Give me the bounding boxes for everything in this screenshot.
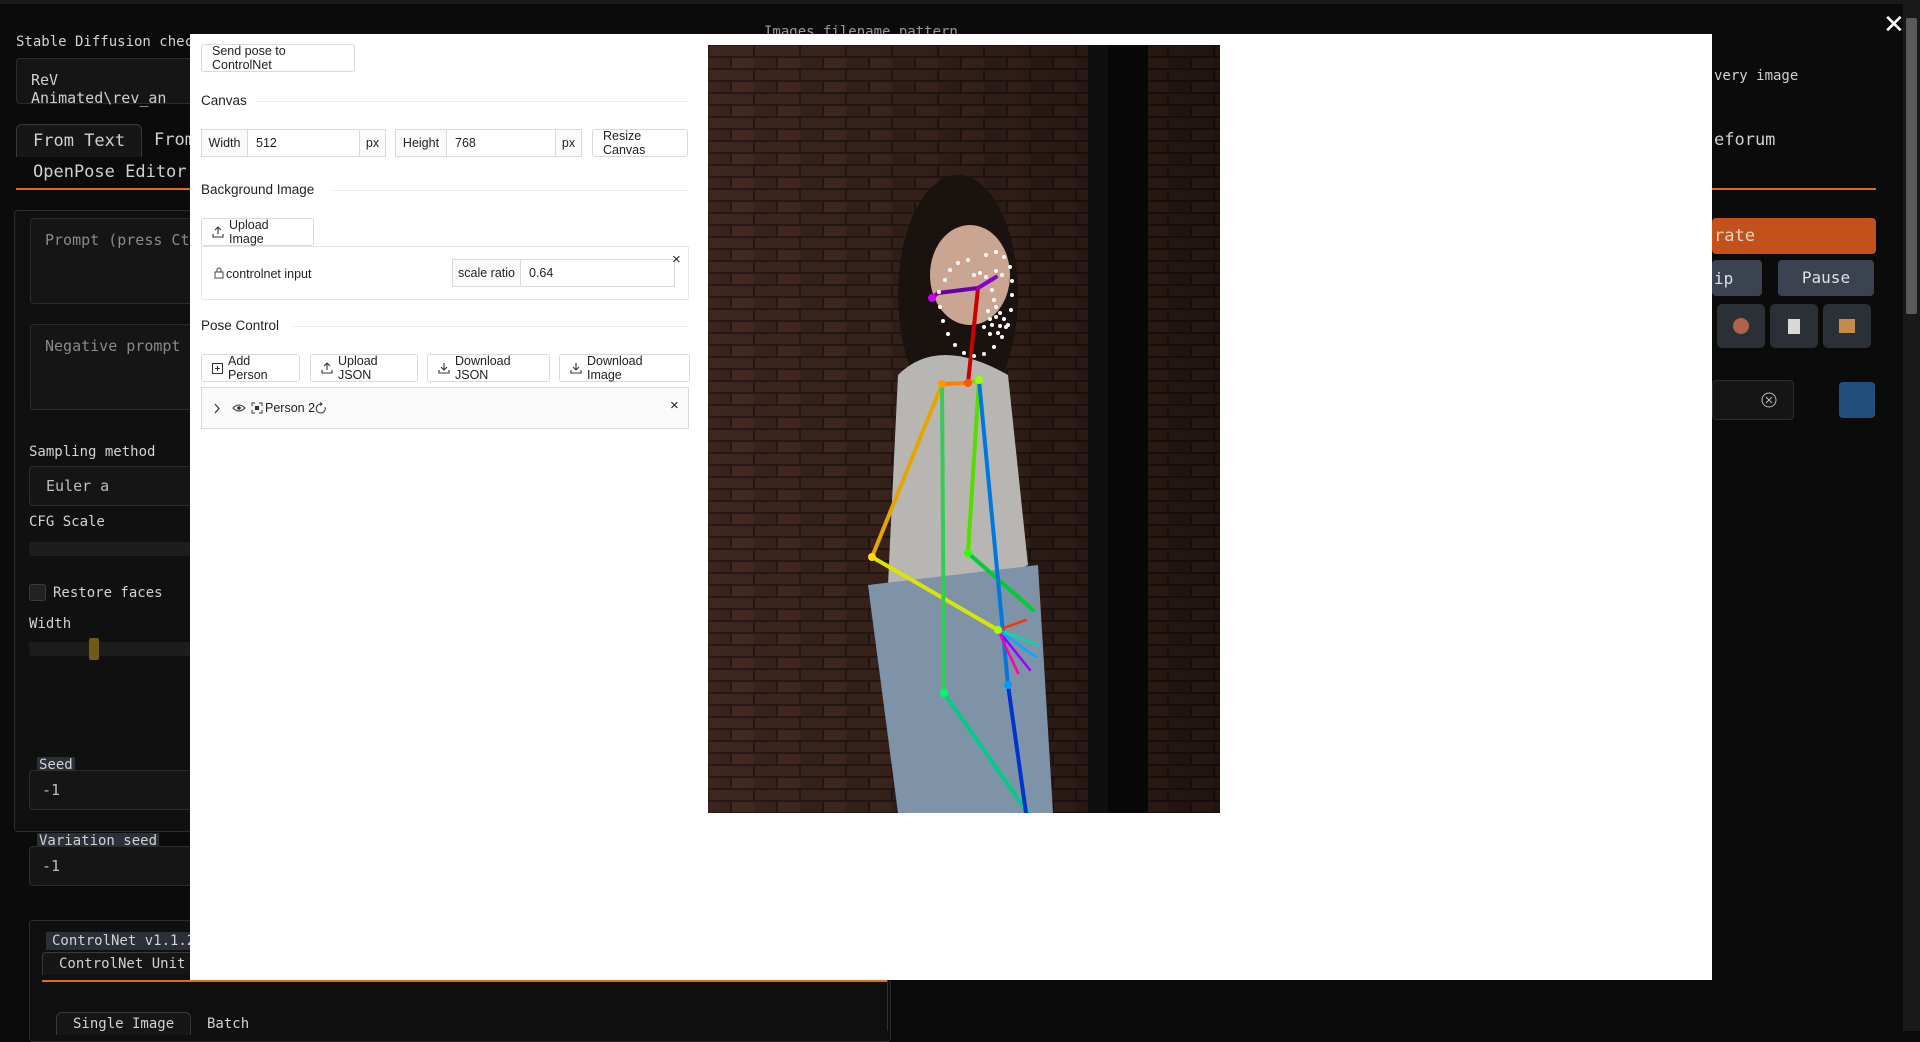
send-pose-button[interactable]: Send pose to ControlNet bbox=[201, 44, 355, 72]
variation-seed-input[interactable]: -1 bbox=[29, 846, 195, 886]
download-image-button[interactable]: Download Image bbox=[559, 354, 690, 382]
variation-seed-value: -1 bbox=[42, 857, 61, 875]
width-addon: Width bbox=[201, 129, 248, 157]
download-icon bbox=[570, 363, 582, 374]
canvas-width-input[interactable]: 512 bbox=[247, 129, 360, 157]
panel-divider bbox=[887, 980, 888, 1031]
add-person-label: Add Person bbox=[228, 354, 268, 382]
batch-tab[interactable]: Batch bbox=[207, 1016, 249, 1032]
sampling-method-label: Sampling method bbox=[29, 444, 156, 460]
restore-faces-checkbox[interactable] bbox=[29, 584, 46, 601]
openpose-editor-modal: Send pose to ControlNet Canvas Width 512… bbox=[190, 34, 1712, 980]
seed-value: -1 bbox=[42, 781, 61, 799]
upload-icon bbox=[321, 362, 333, 374]
canvas-height-input[interactable]: 768 bbox=[446, 129, 556, 157]
pose-control-divider bbox=[291, 326, 689, 327]
controlnet-version-label: ControlNet v1.1.22 bbox=[46, 932, 210, 950]
height-addon: Height bbox=[395, 129, 447, 157]
restore-faces-label: Restore faces bbox=[53, 585, 163, 601]
generate-button[interactable]: rate bbox=[1712, 218, 1876, 254]
upload-json-label: Upload JSON bbox=[338, 354, 378, 382]
sampling-method-value: Euler a bbox=[46, 477, 110, 495]
upload-json-button[interactable]: Upload JSON bbox=[310, 354, 418, 382]
resize-canvas-button[interactable]: Resize Canvas bbox=[592, 129, 688, 157]
download-json-button[interactable]: Download JSON bbox=[427, 354, 550, 382]
upload-image-button[interactable]: Upload Image bbox=[201, 218, 314, 246]
canvas-section-title: Canvas bbox=[201, 93, 247, 108]
height-unit: px bbox=[555, 129, 582, 157]
tab-extension[interactable]: eforum bbox=[1714, 130, 1775, 150]
tab-txt2img[interactable]: From Text bbox=[16, 124, 143, 157]
scale-ratio-input[interactable]: 0.64 bbox=[520, 259, 675, 287]
save-style-icon[interactable] bbox=[1823, 304, 1871, 348]
download-icon bbox=[438, 363, 450, 374]
skip-label: ip bbox=[1714, 269, 1734, 288]
scrollbar-thumb[interactable] bbox=[1906, 18, 1917, 314]
single-image-tab[interactable]: Single Image bbox=[56, 1012, 192, 1035]
tab-underline-right bbox=[1712, 188, 1876, 190]
upload-image-label: Upload Image bbox=[229, 218, 269, 246]
page-scrollbar[interactable] bbox=[1903, 0, 1920, 1031]
cfg-scale-label: CFG Scale bbox=[29, 514, 105, 530]
tab-img2img[interactable]: From bbox=[154, 130, 195, 150]
window-top-strip bbox=[0, 0, 1920, 4]
reset-pose-icon[interactable] bbox=[315, 402, 327, 414]
save-every-image-label: very image bbox=[1714, 68, 1799, 84]
width-slider[interactable] bbox=[29, 642, 193, 656]
width-unit: px bbox=[359, 129, 386, 157]
scale-ratio-addon: scale ratio bbox=[452, 259, 521, 287]
upload-icon bbox=[212, 226, 224, 238]
add-person-button[interactable]: Add Person bbox=[201, 354, 300, 382]
sampling-method-select[interactable]: Euler a bbox=[29, 466, 195, 506]
pose-control-section-title: Pose Control bbox=[201, 318, 280, 333]
delete-person-icon[interactable]: × bbox=[670, 397, 679, 414]
generate-label: rate bbox=[1714, 226, 1755, 246]
background-section-title: Background Image bbox=[201, 182, 315, 197]
pose-canvas[interactable] bbox=[708, 45, 1220, 813]
tab-openpose-editor[interactable]: OpenPose Editor bbox=[33, 162, 187, 182]
person-name: Person 2 bbox=[265, 401, 316, 415]
interrogate-icon[interactable] bbox=[1717, 304, 1765, 348]
select-person-icon[interactable] bbox=[251, 402, 263, 414]
chevron-right-icon[interactable] bbox=[213, 403, 221, 414]
refresh-styles-icon[interactable] bbox=[1839, 382, 1875, 418]
download-json-label: Download JSON bbox=[455, 354, 511, 382]
checkpoint-label: Stable Diffusion checkp bbox=[16, 34, 210, 50]
width-label: Width bbox=[29, 616, 72, 632]
pause-button[interactable]: Pause bbox=[1778, 260, 1874, 296]
styles-dropdown[interactable] bbox=[1712, 380, 1794, 420]
clipboard-icon[interactable] bbox=[1770, 304, 1818, 348]
background-divider bbox=[332, 190, 689, 191]
background-item-name: controlnet input bbox=[226, 267, 312, 281]
width-slider-thumb[interactable] bbox=[89, 638, 99, 660]
background-image-card: controlnet input scale ratio 0.64 × bbox=[201, 246, 689, 300]
skip-button[interactable]: ip bbox=[1712, 260, 1762, 296]
eye-icon[interactable] bbox=[232, 403, 246, 413]
canvas-divider bbox=[257, 101, 689, 102]
checkpoint-dropdown[interactable]: ReV Animated\rev_an bbox=[16, 58, 216, 107]
download-image-label: Download Image bbox=[587, 354, 643, 382]
background-photo bbox=[708, 45, 1220, 813]
controlnet-unit-tab[interactable]: ControlNet Unit bbox=[42, 952, 203, 975]
close-icon[interactable]: ✕ bbox=[1883, 10, 1905, 40]
tab-underline bbox=[16, 188, 190, 190]
plus-square-icon bbox=[212, 362, 223, 374]
seed-input[interactable]: -1 bbox=[29, 770, 195, 810]
controlnet-underline bbox=[42, 980, 888, 982]
cfg-scale-slider[interactable] bbox=[29, 542, 193, 556]
lock-icon[interactable] bbox=[214, 267, 224, 279]
person-row[interactable]: Person 2 × bbox=[201, 387, 689, 429]
remove-background-icon[interactable]: × bbox=[672, 251, 681, 268]
